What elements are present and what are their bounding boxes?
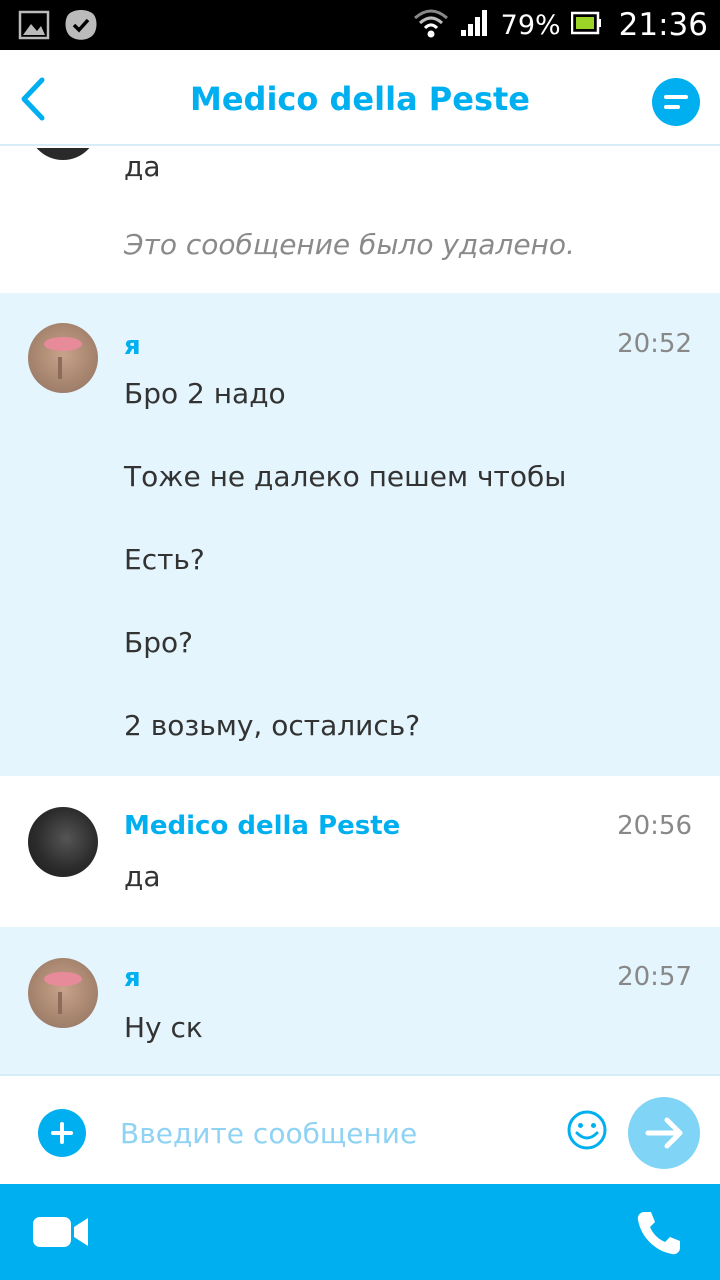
sender-name: я [124, 331, 141, 361]
message-time: 20:57 [617, 962, 692, 992]
sender-name: я [124, 963, 141, 993]
message-composer [0, 1074, 720, 1184]
call-bar [0, 1184, 720, 1280]
message-line[interactable]: 2 возьму, остались? [124, 709, 420, 742]
emoji-button[interactable] [566, 1109, 608, 1151]
message-block-partial: да Это сообщение было удалено. [0, 148, 720, 293]
message-line[interactable]: Бро 2 надо [124, 377, 286, 410]
send-button[interactable] [628, 1097, 700, 1169]
voice-call-button[interactable] [634, 1208, 684, 1258]
message-block: я 20:57 Ну ск [0, 927, 720, 1074]
message-block: Medico della Peste 20:56 да [0, 776, 720, 927]
avatar[interactable] [28, 958, 98, 1028]
chat-menu-button[interactable] [652, 78, 700, 126]
battery-icon [570, 10, 603, 40]
video-call-button[interactable] [32, 1214, 90, 1250]
message-time: 20:56 [617, 811, 692, 841]
add-attachment-button[interactable] [38, 1109, 86, 1157]
avatar[interactable] [28, 807, 98, 877]
arrow-right-icon [645, 1117, 683, 1149]
sender-name: Medico della Peste [124, 811, 401, 841]
message-line[interactable]: Ну ск [124, 1011, 203, 1044]
message-line[interactable]: да [124, 860, 161, 893]
status-time: 21:36 [618, 7, 708, 43]
video-camera-icon [33, 1217, 88, 1247]
avatar [28, 148, 98, 160]
status-bar: 79% 21:36 [0, 0, 720, 50]
wifi-icon [413, 8, 449, 42]
chat-header: Medico della Peste [0, 50, 720, 146]
message-time: 20:52 [617, 329, 692, 359]
message-line[interactable]: Тоже не далеко пешем чтобы [124, 460, 566, 493]
message-block: я 20:52 Бро 2 надо Тоже не далеко пешем … [0, 293, 720, 776]
avatar[interactable] [28, 323, 98, 393]
deleted-message: Это сообщение было удалено. [124, 228, 575, 261]
message-line: да [124, 150, 161, 183]
message-line[interactable]: Бро? [124, 626, 193, 659]
chat-title[interactable]: Medico della Peste [0, 80, 720, 118]
phone-icon [637, 1212, 680, 1255]
message-line[interactable]: Есть? [124, 543, 205, 576]
smiley-icon [567, 1110, 607, 1150]
message-list[interactable]: да Это сообщение было удалено. я 20:52 Б… [0, 148, 720, 1074]
gallery-notification-icon [18, 9, 50, 45]
battery-percent: 79% [500, 9, 561, 41]
message-input[interactable] [120, 1112, 550, 1154]
signal-icon [459, 8, 491, 42]
skype-notification-icon [64, 9, 98, 45]
